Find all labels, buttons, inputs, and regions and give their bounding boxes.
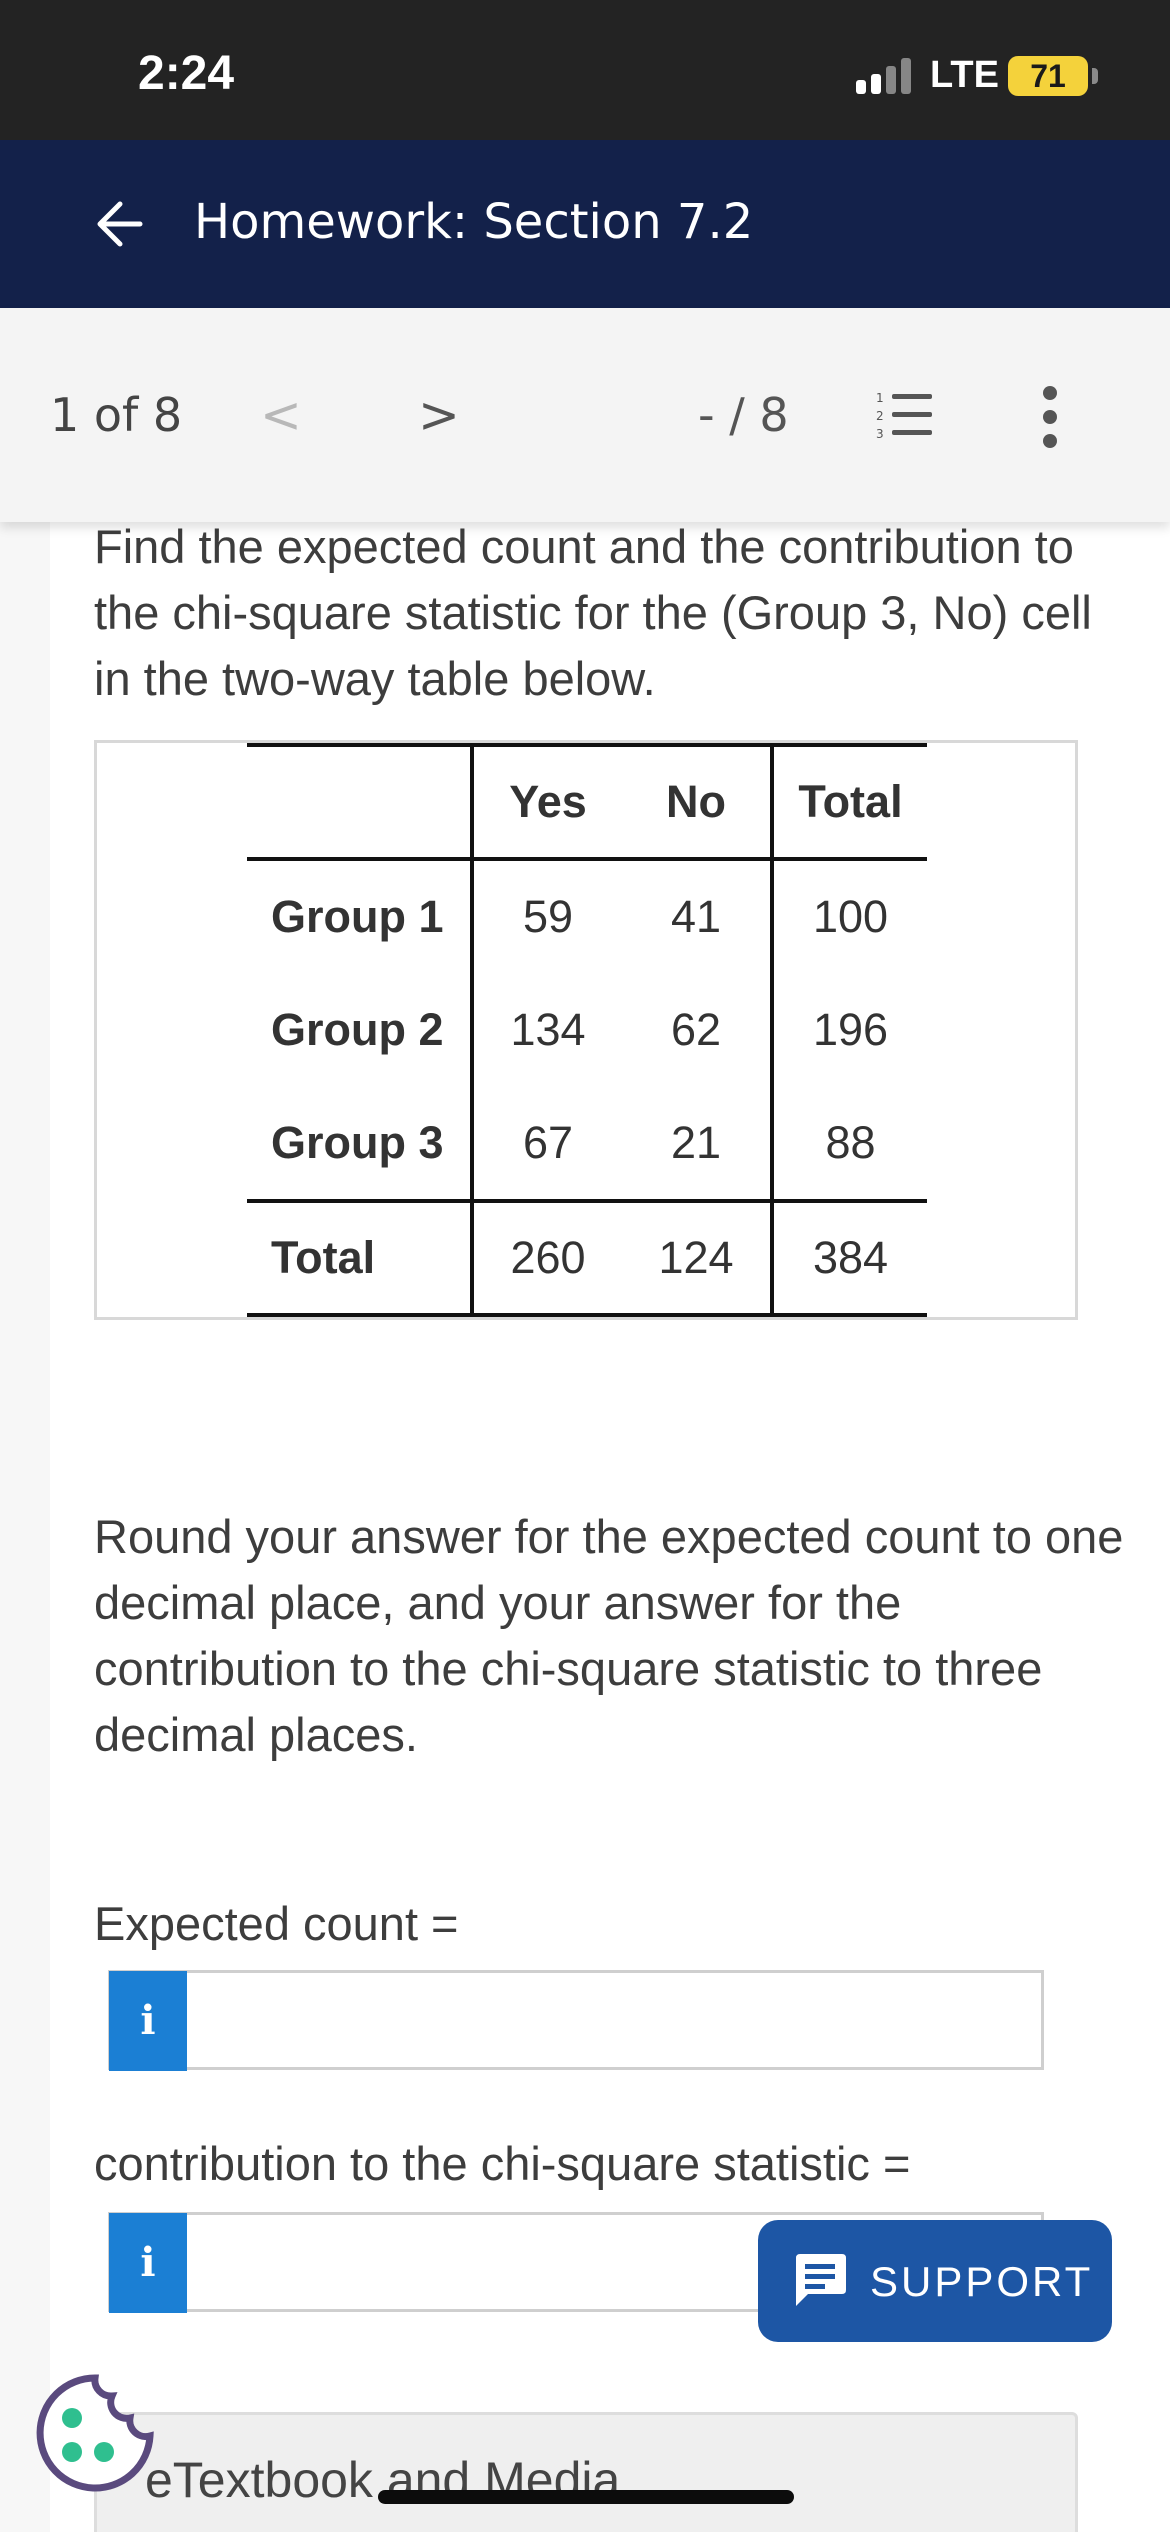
- expected-count-input[interactable]: [189, 1973, 1041, 2067]
- table-cell: 100: [770, 857, 927, 973]
- home-indicator: [378, 2490, 794, 2504]
- table-cell: 67: [470, 1087, 622, 1203]
- table-header-cell: Yes: [470, 743, 622, 859]
- app-header: Homework: Section 7.2: [0, 140, 1170, 308]
- page-title: Homework: Section 7.2: [194, 194, 754, 250]
- question-list-icon[interactable]: 1 2 3: [874, 390, 934, 442]
- table-cell: 59: [470, 857, 622, 973]
- expected-count-label: Expected count =: [94, 1897, 459, 1950]
- cookie-settings-icon[interactable]: [32, 2370, 158, 2496]
- next-question-button[interactable]: >: [418, 386, 460, 444]
- support-button[interactable]: SUPPORT: [758, 2220, 1112, 2342]
- expected-count-field: i: [108, 1970, 1044, 2071]
- question-nav-bar: 1 of 8 < > - / 8 1 2 3: [0, 308, 1170, 522]
- svg-text:3: 3: [876, 427, 884, 441]
- svg-text:1: 1: [876, 391, 884, 405]
- table-header-cell: No: [622, 743, 772, 859]
- table-header-cell: Total: [770, 743, 927, 859]
- signal-icon: [856, 58, 914, 94]
- battery-icon: 71: [1008, 56, 1088, 96]
- row-label: Group 3: [247, 1087, 472, 1203]
- two-way-table: Yes No Total Group 1 59 41 100 Group 2 1…: [247, 743, 927, 1317]
- table-cell: 88: [770, 1087, 927, 1203]
- back-arrow-icon[interactable]: [90, 196, 146, 252]
- question-prompt: Find the expected count and the contribu…: [94, 520, 1092, 705]
- battery-tip: [1092, 68, 1098, 84]
- table-row: Group 3 67 21 88: [247, 1087, 927, 1203]
- network-label: LTE: [930, 54, 999, 96]
- support-label: SUPPORT: [870, 2258, 1094, 2305]
- row-label: Group 1: [247, 857, 472, 973]
- svg-text:2: 2: [876, 409, 884, 423]
- score-display: - / 8: [698, 388, 789, 442]
- table-header-cell: [247, 743, 472, 859]
- question-counter: 1 of 8: [50, 388, 183, 442]
- table-cell: 62: [670, 1004, 722, 1055]
- table-cell: 41: [622, 857, 772, 973]
- info-icon[interactable]: i: [109, 2213, 187, 2313]
- row-label: Total: [247, 1201, 472, 1317]
- two-way-table-container: Yes No Total Group 1 59 41 100 Group 2 1…: [94, 740, 1078, 1320]
- previous-question-button[interactable]: <: [260, 386, 302, 444]
- rounding-instructions: Round your answer for the expected count…: [94, 1510, 1124, 1761]
- info-icon[interactable]: i: [109, 1971, 187, 2071]
- table-cell: 196: [770, 973, 927, 1087]
- table-cell: 124: [622, 1201, 772, 1317]
- table-cell: 134: [470, 973, 622, 1087]
- chat-icon: [796, 2254, 846, 2306]
- etextbook-media-panel[interactable]: eTextbook and Media: [94, 2412, 1078, 2532]
- table-total-row: Total 260 124 384: [247, 1201, 927, 1317]
- more-options-icon[interactable]: [1038, 386, 1062, 452]
- table-row: Group 2 134 62 196: [247, 973, 927, 1087]
- row-label: Group 2: [271, 1004, 444, 1055]
- table-cell: 260: [470, 1201, 622, 1317]
- table-header-row: Yes No Total: [247, 743, 927, 859]
- table-cell: 384: [770, 1201, 927, 1317]
- status-time: 2:24: [138, 47, 235, 100]
- status-bar: 2:24 LTE 71: [0, 0, 1170, 140]
- table-row: Group 1 59 41 100: [247, 857, 927, 973]
- table-cell: 21: [622, 1087, 772, 1203]
- chi-square-contribution-label: contribution to the chi-square statistic…: [94, 2137, 911, 2190]
